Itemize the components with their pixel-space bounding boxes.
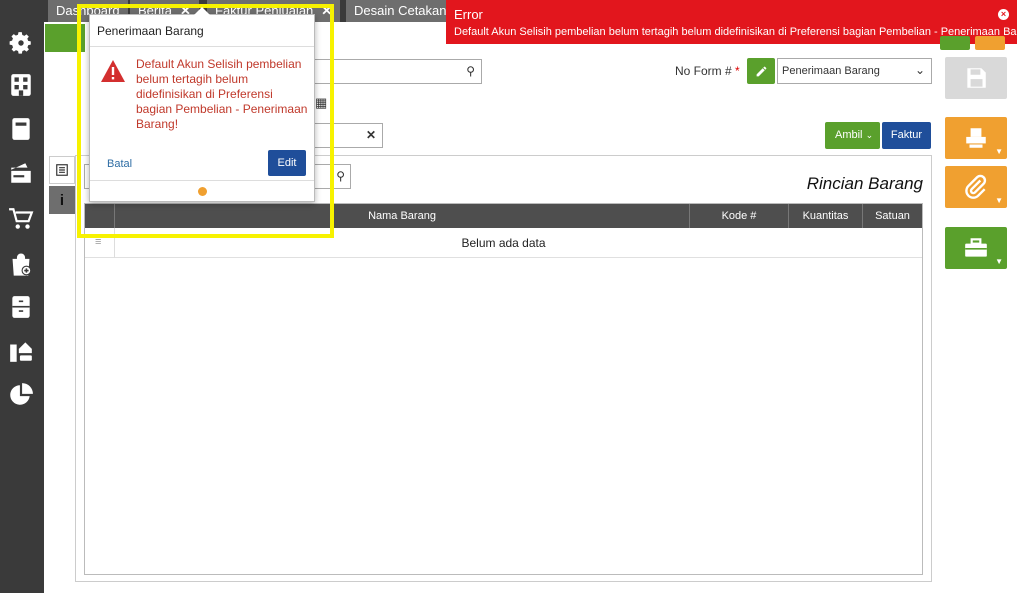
search-icon[interactable]: ⚲: [336, 169, 345, 183]
chevron-down-icon: ▼: [995, 147, 1003, 156]
faktur-button[interactable]: Faktur: [882, 122, 931, 149]
ambil-button[interactable]: Ambil ⌄: [825, 122, 880, 149]
toast-title: Error: [454, 7, 483, 22]
attachment-button[interactable]: ▼: [945, 166, 1007, 208]
warning-popover: Penerimaan Barang Default Akun Selisih p…: [89, 7, 315, 202]
edit-button[interactable]: Edit: [268, 150, 306, 176]
paperclip-icon: [965, 174, 987, 199]
info-icon: i: [59, 191, 65, 209]
pager-dot[interactable]: [198, 187, 207, 196]
building-icon[interactable]: [6, 70, 36, 100]
toast-close-icon[interactable]: ×: [998, 9, 1009, 20]
pencil-icon: [756, 66, 766, 76]
ledger-icon[interactable]: [6, 114, 36, 144]
warning-icon: [100, 59, 126, 86]
empty-state-text: Belum ada data: [461, 236, 546, 250]
panel-title: Rincian Barang: [806, 174, 923, 193]
column-header[interactable]: Satuan: [862, 204, 922, 228]
main-sidebar: [0, 0, 44, 593]
bag-add-icon[interactable]: [6, 249, 36, 279]
chevron-down-icon: ▼: [995, 257, 1003, 266]
list-icon: [56, 164, 68, 176]
no-form-label: No Form # *: [675, 64, 740, 78]
floppy-icon: [967, 68, 986, 88]
toolbox-icon: [965, 238, 987, 257]
tab-desain-cetakan[interactable]: Desain Cetakan: [346, 0, 455, 22]
required-mark: *: [735, 64, 740, 78]
assets-icon[interactable]: [6, 336, 36, 366]
popover-title: Penerimaan Barang: [90, 15, 314, 47]
tab-info[interactable]: i: [49, 186, 75, 214]
top-orange-button[interactable]: [975, 36, 1005, 50]
popover-message: Default Akun Selisih pembelian belum ter…: [136, 57, 308, 131]
toast-message: Default Akun Selisih pembelian belum ter…: [454, 26, 1017, 38]
cart-icon[interactable]: [6, 204, 36, 234]
column-header[interactable]: Kode #: [689, 204, 788, 228]
clear-icon[interactable]: ✕: [366, 128, 376, 142]
top-green-button[interactable]: [940, 36, 970, 50]
print-button[interactable]: ▼: [945, 117, 1007, 159]
save-button[interactable]: [945, 57, 1007, 99]
form-type-select[interactable]: Penerimaan Barang ⌄: [777, 58, 932, 84]
settings-icon[interactable]: [6, 28, 36, 58]
search-icon[interactable]: ⚲: [466, 64, 475, 78]
items-table: Nama Barang Kode # Kuantitas Satuan ≡ Be…: [84, 203, 923, 575]
tab-detail-items[interactable]: [49, 156, 75, 184]
chevron-down-icon: ⌄: [865, 130, 874, 140]
cabinet-icon[interactable]: [6, 292, 36, 322]
tools-button[interactable]: ▼: [945, 227, 1007, 269]
column-header[interactable]: Kuantitas: [788, 204, 862, 228]
chevron-down-icon: ▼: [995, 196, 1003, 205]
pie-chart-icon[interactable]: [6, 380, 36, 410]
chevron-down-icon: ⌄: [914, 63, 925, 77]
printer-icon: [966, 128, 986, 148]
error-toast: Error Default Akun Selisih pembelian bel…: [446, 0, 1017, 44]
cancel-button[interactable]: Batal: [107, 158, 132, 170]
edit-form-number-button[interactable]: [747, 58, 775, 84]
wallet-icon[interactable]: [6, 158, 36, 188]
